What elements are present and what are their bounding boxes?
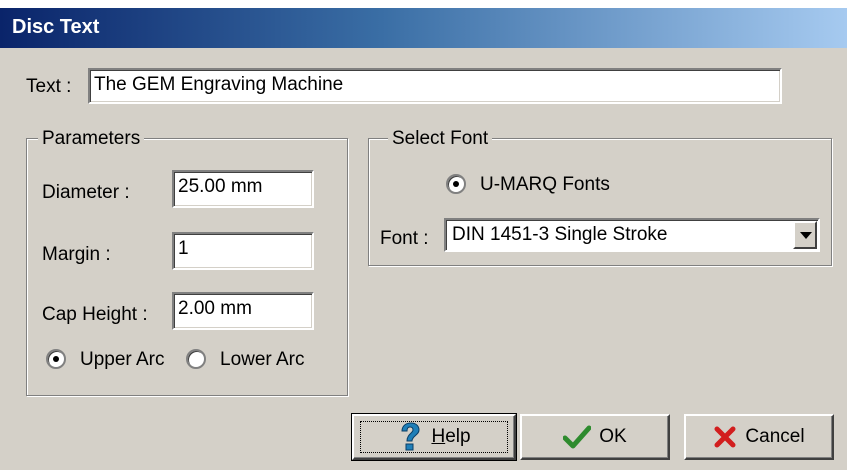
select-font-group-title: Select Font (388, 128, 493, 150)
margin-input[interactable]: 1 (172, 232, 314, 270)
lower-arc-radio[interactable] (186, 349, 206, 369)
red-x-icon (714, 426, 736, 448)
font-select-value: DIN 1451-3 Single Stroke (452, 224, 668, 245)
ok-button[interactable]: OK (520, 414, 670, 460)
cap-height-input[interactable]: 2.00 mm (172, 292, 314, 330)
text-label: Text : (26, 76, 72, 97)
diameter-label: Diameter : (42, 182, 130, 203)
cap-height-label: Cap Height : (42, 304, 148, 325)
question-mark-icon (401, 422, 420, 451)
help-button-label: Help (431, 426, 471, 447)
font-label: Font : (380, 228, 429, 249)
diameter-input[interactable]: 25.00 mm (172, 170, 314, 208)
parameters-group-title: Parameters (38, 128, 145, 150)
ok-button-label: OK (599, 426, 627, 447)
window-title: Disc Text (12, 16, 100, 38)
upper-arc-label[interactable]: Upper Arc (80, 349, 164, 371)
font-dropdown-button[interactable] (793, 221, 817, 249)
chevron-down-icon (800, 232, 812, 239)
radio-selected-dot (453, 181, 459, 187)
font-select[interactable]: DIN 1451-3 Single Stroke (444, 218, 820, 252)
disc-text-dialog: Disc Text Text : The GEM Engraving Machi… (0, 8, 847, 470)
umarq-fonts-label[interactable]: U-MARQ Fonts (480, 174, 610, 196)
checkmark-icon (563, 425, 592, 449)
help-button[interactable]: Help (351, 413, 517, 461)
umarq-fonts-radio[interactable] (446, 174, 466, 194)
lower-arc-label[interactable]: Lower Arc (220, 349, 304, 371)
cancel-button[interactable]: Cancel (684, 414, 834, 460)
radio-selected-dot (53, 356, 59, 362)
title-bar[interactable]: Disc Text (0, 8, 847, 48)
screen-strip (0, 0, 847, 8)
text-input[interactable]: The GEM Engraving Machine (88, 68, 782, 104)
upper-arc-radio[interactable] (46, 349, 66, 369)
margin-label: Margin : (42, 244, 111, 265)
cancel-button-label: Cancel (745, 426, 805, 447)
